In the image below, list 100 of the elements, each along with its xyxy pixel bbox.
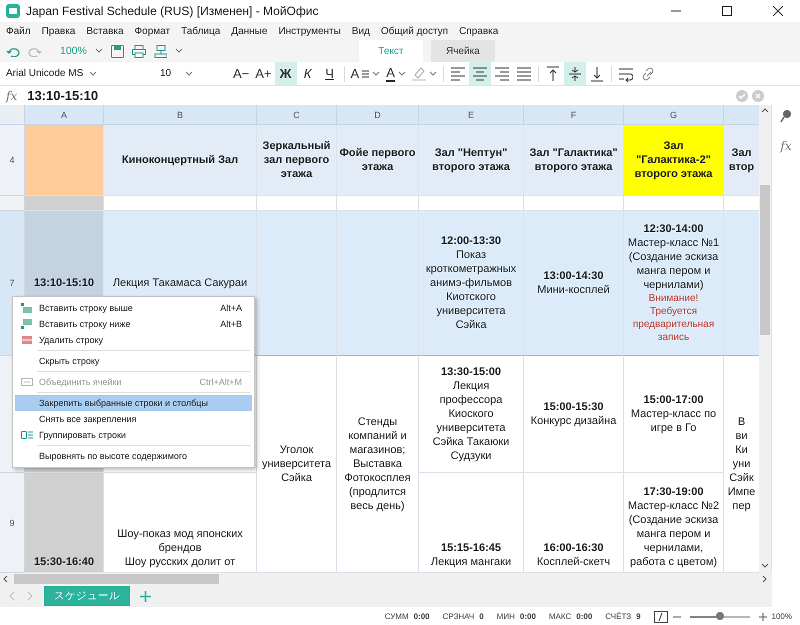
slider-thumb[interactable] [716, 612, 724, 620]
group-rows-icon [21, 430, 33, 440]
menu-label: Объединить ячейки [39, 377, 122, 387]
horizontal-scrollbar[interactable] [0, 573, 772, 585]
print-icon[interactable] [132, 44, 146, 58]
align-center-button[interactable] [468, 62, 491, 85]
font-size-button[interactable]: A− [230, 62, 252, 85]
menu-item[interactable]: Таблица [181, 26, 220, 36]
menu-item[interactable]: Скрыть строку [15, 353, 252, 369]
column-header[interactable]: F [524, 105, 624, 125]
next-sheet-icon[interactable] [26, 591, 34, 601]
table-cell[interactable]: Уголок университета Сэйка [257, 356, 337, 573]
caret-icon[interactable] [94, 48, 103, 54]
menu-item[interactable]: Файл [6, 26, 31, 36]
table-cell[interactable]: Зеркальный зал первого этажа [257, 125, 337, 196]
align-middle-button[interactable] [564, 62, 586, 85]
line-spacing-button[interactable]: A [348, 62, 384, 85]
undo-icon[interactable] [6, 45, 20, 57]
menu-item[interactable]: Формат [134, 26, 170, 36]
font-size-button[interactable]: A+ [252, 62, 275, 85]
font-size-dropdown[interactable]: 10 [160, 68, 172, 79]
italic-button[interactable]: К [296, 62, 319, 85]
ribbon-tab[interactable]: Ячейка [430, 40, 495, 62]
pin-icon[interactable] [780, 109, 792, 123]
menu-label: Закрепить выбранные строки и столбцы [39, 398, 209, 408]
event-text: Конкурс дизайна [530, 414, 616, 428]
column-header[interactable]: A [25, 105, 104, 125]
column-heading: Зал втор [728, 146, 756, 174]
formula-input[interactable]: 13:10-15:10 [27, 88, 726, 103]
table-cell[interactable]: Стенды компаний и магазинов; Выставка Фотокосплея (продлится весь день) [337, 356, 419, 573]
column-header[interactable]: E [419, 105, 524, 125]
table-cell[interactable]: Зал "Галактика" второго этажа [524, 125, 624, 196]
menu-item[interactable]: Закрепить выбранные строки и столбцы [15, 395, 252, 411]
column-header[interactable]: G [624, 105, 724, 125]
table-cell[interactable] [257, 211, 337, 356]
table-cell[interactable]: 12:00-13:30 Показ кроткометражных анимэ-фильмов Киотского университета Сэйка [419, 211, 524, 356]
caret-icon[interactable] [174, 48, 183, 54]
table-cell[interactable]: 12:30-14:00 Мастер-класс №1 (Создание эскиза манга пером и чернилами) Внимание! Требуется предварительная запись [624, 211, 724, 356]
column-header[interactable]: C [257, 105, 337, 125]
justify-icon [516, 66, 531, 82]
bold-button[interactable]: Ж [274, 62, 297, 85]
vertical-scrollbar[interactable] [759, 105, 772, 573]
table-cell[interactable]: Зал "Нептун" второго этажа [419, 125, 524, 196]
table-cell[interactable] [724, 211, 760, 356]
caret-icon[interactable] [89, 70, 98, 76]
menu-item[interactable]: Инструменты [278, 26, 341, 36]
menu-item[interactable]: Вид [352, 26, 370, 36]
maximize-icon[interactable] [722, 6, 732, 16]
previous-sheet-icon[interactable] [8, 591, 16, 601]
column-header[interactable]: B [104, 105, 257, 125]
table-cell[interactable]: 13:00-14:30 Мини-косплей [524, 211, 624, 356]
table-cell[interactable]: Шоу-показ мод японских брендов Шоу русских долит от [104, 473, 257, 573]
table-cell[interactable]: 17:30-19:00 Мастер-класс №2 (Создание эскиза манга пером и чернилами, работа с цветом) [624, 473, 724, 573]
caret-icon[interactable] [372, 70, 380, 76]
table-cell[interactable]: Зал "Галактика-2" второго этажа [624, 125, 724, 196]
scroll-thumb[interactable] [14, 574, 219, 584]
close-icon[interactable] [772, 6, 782, 16]
menu-item[interactable]: Группировать строки [15, 427, 252, 443]
menu-item[interactable]: Данные [231, 26, 268, 36]
menu-item[interactable]: Вставка [86, 26, 124, 36]
table-cell[interactable] [25, 196, 104, 211]
add-sheet-icon[interactable] [140, 590, 151, 602]
save-icon[interactable] [110, 44, 124, 58]
menu-item[interactable]: Общий доступ [380, 26, 448, 36]
table-cell[interactable]: 16:00-16:30 Косплей-скетч [524, 473, 624, 573]
menu-label: Удалить строку [39, 335, 104, 345]
caret-icon[interactable] [398, 70, 406, 76]
stat-label: МАКС [548, 612, 572, 621]
event-text: Мастер-класс №1 (Создание эскиза манга пером и чернилами) [626, 236, 720, 292]
scroll-thumb[interactable] [760, 185, 770, 335]
column-heading: Зал "Галактика-2" второго этажа [634, 139, 714, 181]
underline-button[interactable]: Ч [318, 62, 341, 85]
table-cell[interactable]: 15:15-16:45 Лекция мангаки [419, 473, 524, 573]
formula-panel-button[interactable]: fx [780, 139, 792, 153]
row-header[interactable]: 4 [0, 125, 25, 196]
event-text: Мастер-класс по игре в Го [630, 407, 718, 435]
table-cell[interactable]: Фойе первого этажа [337, 125, 419, 196]
time-label: 15:00-15:30 [544, 400, 604, 414]
caret-icon[interactable] [185, 70, 194, 76]
redo-icon[interactable] [28, 45, 42, 57]
row-header[interactable]: 9 [0, 473, 25, 573]
table-cell[interactable]: 13:30-15:00 Лекция профессора Киоского университета Сэйка Такаюки Судзуки [419, 356, 524, 473]
caret-icon[interactable] [428, 70, 437, 76]
column-header[interactable]: D [337, 105, 419, 125]
table-cell[interactable] [337, 211, 419, 356]
table-cell[interactable]: 15:30-16:40 [25, 473, 104, 573]
menu-item[interactable]: Правка [42, 26, 76, 36]
menu-item[interactable]: Справка [459, 26, 498, 36]
table-cell[interactable]: Киноконцертный Зал [104, 125, 257, 196]
formula-label: fx [6, 88, 18, 102]
font-dropdown[interactable]: Arial Unicode MS [6, 68, 84, 79]
stat-value: 0:00 [414, 612, 430, 621]
menu-item[interactable]: Выровнять по высоте содержимого [15, 448, 252, 464]
table-cell[interactable]: 15:00-17:00 Мастер-класс по игре в Го [624, 356, 724, 473]
table-cell[interactable]: 15:00-15:30 Конкурс дизайна [524, 356, 624, 473]
font-color-button[interactable]: A [383, 62, 409, 85]
zoom-in-icon[interactable] [758, 612, 767, 620]
table-cell[interactable]: Зал втор [724, 125, 760, 196]
menu-item[interactable]: Снять все закрепления [15, 411, 252, 427]
table-cell[interactable] [25, 125, 104, 196]
